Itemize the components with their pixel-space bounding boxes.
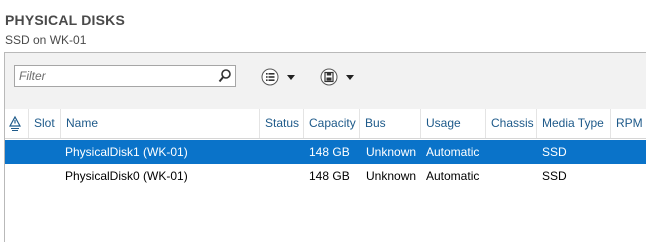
toolbar: [5, 53, 646, 110]
column-header-usage[interactable]: Usage: [421, 109, 486, 138]
table-row[interactable]: PhysicalDisk1 (WK-01) 148 GB Unknown Aut…: [5, 140, 646, 164]
cell-name: PhysicalDisk0 (WK-01): [65, 169, 188, 183]
cell-media-type: SSD: [542, 169, 567, 183]
cell-capacity: 148 GB: [309, 145, 350, 159]
column-header-capacity[interactable]: Capacity: [304, 109, 360, 138]
page-subtitle: SSD on WK-01: [5, 33, 87, 47]
cell-name: PhysicalDisk1 (WK-01): [65, 145, 188, 159]
column-header-chassis[interactable]: Chassis: [486, 109, 537, 138]
table-row[interactable]: PhysicalDisk0 (WK-01) 148 GB Unknown Aut…: [5, 164, 646, 188]
column-header-name[interactable]: Name: [61, 109, 260, 138]
column-header-slot[interactable]: Slot: [29, 109, 61, 138]
column-header-warning[interactable]: [5, 109, 29, 138]
column-header-media-type[interactable]: Media Type: [537, 109, 611, 138]
cell-capacity: 148 GB: [309, 169, 350, 183]
warning-sort-icon: [8, 115, 22, 131]
cell-bus: Unknown: [366, 145, 417, 159]
table-header: Slot Name Status Capacity Bus Usage Chas…: [5, 109, 646, 139]
cell-media-type: SSD: [542, 145, 567, 159]
list-view-icon: [261, 68, 279, 86]
cell-usage: Automatic: [426, 169, 480, 183]
view-options-button[interactable]: [261, 68, 301, 86]
column-header-rpm[interactable]: RPM: [611, 109, 646, 138]
search-icon[interactable]: [218, 68, 232, 84]
cell-usage: Automatic: [426, 145, 480, 159]
physical-disks-panel: Slot Name Status Capacity Bus Usage Chas…: [4, 52, 646, 242]
chevron-down-icon: [287, 75, 295, 80]
save-icon: [320, 68, 338, 86]
column-header-status[interactable]: Status: [260, 109, 304, 138]
page-title: PHYSICAL DISKS: [5, 12, 126, 28]
filter-box: [14, 65, 236, 87]
filter-input[interactable]: [19, 68, 204, 84]
save-query-button[interactable]: [320, 68, 360, 86]
chevron-down-icon: [346, 75, 354, 80]
column-header-bus[interactable]: Bus: [360, 109, 421, 138]
cell-bus: Unknown: [366, 169, 417, 183]
